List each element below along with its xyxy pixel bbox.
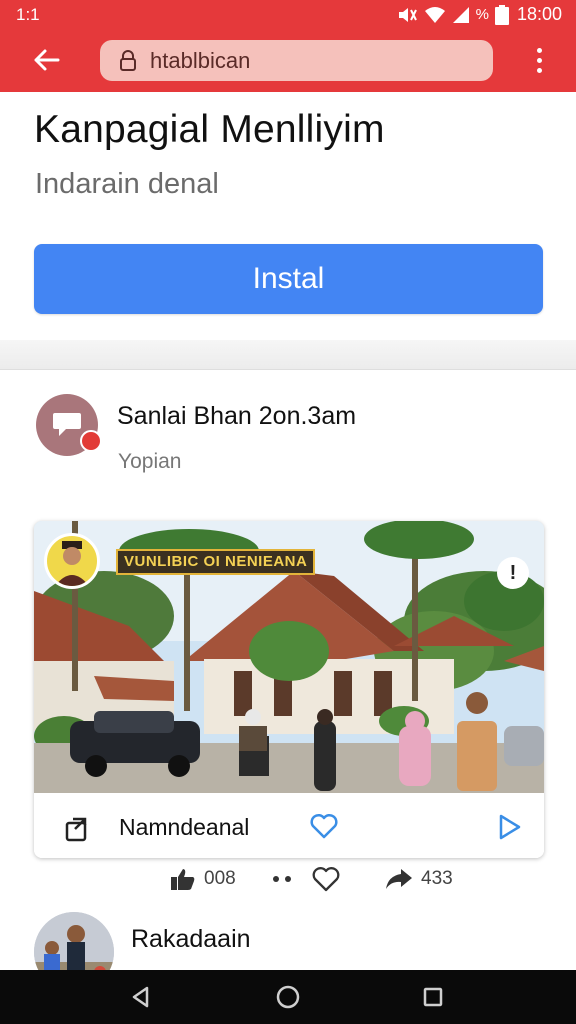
url-bar[interactable] [100, 40, 493, 81]
overflow-menu-button[interactable] [524, 42, 554, 78]
media-card[interactable]: VUNLIBIC OI NENIEANA ! Namndeanal [34, 521, 544, 858]
wifi-icon [424, 6, 445, 23]
photo-avatar[interactable] [44, 533, 100, 589]
notification-badge [80, 430, 102, 452]
status-time: 18:00 [516, 4, 562, 24]
status-left-text: 1:1 [16, 5, 40, 24]
battery-icon [494, 4, 509, 25]
section-divider [0, 340, 576, 370]
post-author-avatar[interactable] [36, 394, 102, 456]
install-button[interactable]: Instal [34, 244, 543, 314]
app-subtitle: Indarain denal [35, 168, 219, 200]
heart-reaction[interactable] [312, 862, 340, 896]
post-author-name[interactable]: Sanlai Bhan 2on.3am [117, 402, 356, 431]
card-label: Namndeanal [119, 814, 250, 840]
info-button[interactable]: ! [497, 557, 529, 589]
overflow-menu-icon-dot [536, 67, 542, 73]
play-icon[interactable] [496, 813, 522, 841]
like-reaction[interactable]: 008 [170, 862, 236, 896]
card-footer: Namndeanal [34, 793, 544, 858]
status-right-group: % 18:00 [396, 4, 562, 25]
photo-banner: VUNLIBIC OI NENIEANA [116, 549, 316, 575]
like-count: 008 [204, 868, 236, 889]
more-dots-icon [273, 876, 291, 882]
share-icon[interactable] [64, 813, 94, 843]
person-portrait-icon [55, 541, 89, 586]
status-bar: 1:1 % 18:00 [0, 0, 576, 30]
nav-back-icon[interactable] [126, 982, 156, 1012]
nav-recents-icon[interactable] [418, 982, 448, 1012]
overflow-menu-icon-dot [536, 57, 542, 63]
chat-bubble-icon [53, 413, 81, 436]
nav-home-icon[interactable] [273, 982, 303, 1012]
lock-icon [120, 49, 136, 71]
battery-percent: % [475, 6, 489, 23]
share-arrow-icon [386, 869, 412, 889]
reactions-row: 008 433 [170, 862, 470, 896]
back-button[interactable] [26, 40, 66, 80]
heart-icon[interactable] [309, 811, 339, 841]
thumbs-up-icon [171, 869, 195, 890]
phone-screen: 1:1 % 18:00 htablbican Kanpagial Menlliy… [0, 0, 576, 1024]
browser-top-bar: 1:1 % 18:00 [0, 0, 576, 92]
share-count: 433 [421, 868, 453, 889]
overflow-menu-icon [536, 47, 542, 53]
second-post-author[interactable]: Rakadaain [131, 925, 251, 954]
share-reaction[interactable]: 433 [385, 862, 453, 896]
signal-icon [452, 6, 469, 23]
system-nav-bar [0, 970, 576, 1024]
post-subtitle: Yopian [118, 450, 182, 473]
back-arrow-icon [34, 49, 60, 71]
url-input[interactable] [150, 47, 470, 74]
info-icon: ! [509, 561, 517, 584]
heart-outline-icon [312, 867, 340, 892]
more-reactions[interactable] [272, 862, 294, 896]
app-title: Kanpagial Menlliyim [34, 108, 385, 151]
mute-icon [398, 7, 417, 22]
